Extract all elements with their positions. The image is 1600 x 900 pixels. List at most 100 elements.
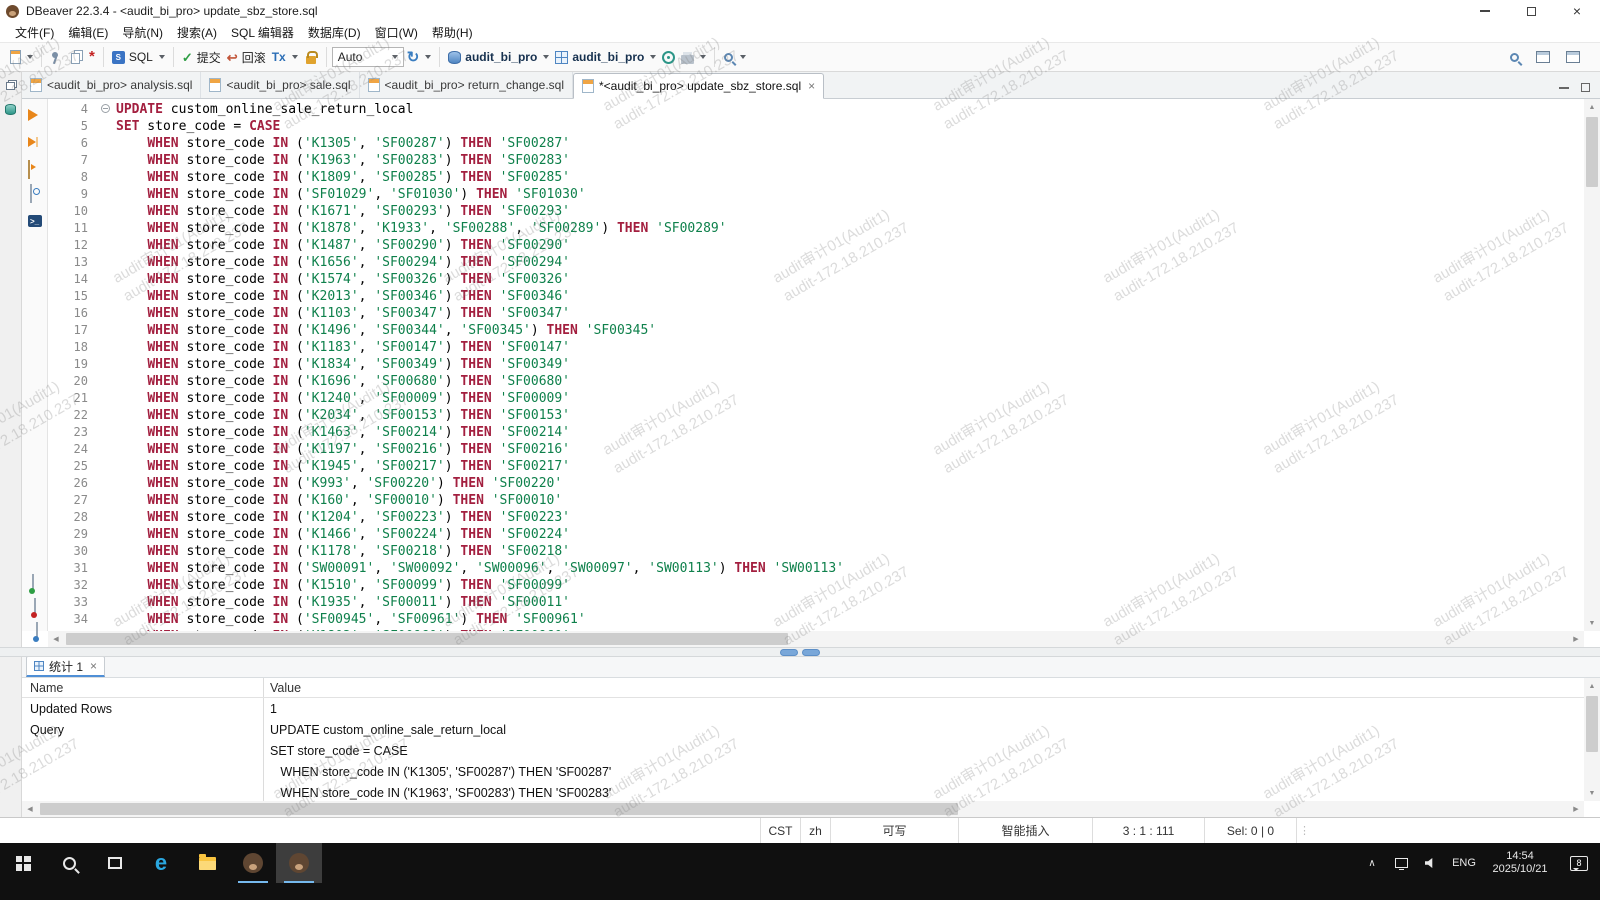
sql-code-editor[interactable]: 4UPDATE custom_online_sale_return_local5…: [48, 99, 1584, 631]
scroll-left-icon[interactable]: ◀: [48, 631, 64, 647]
task-view-button[interactable]: [92, 843, 138, 883]
export-grid-icon[interactable]: [36, 622, 38, 641]
explain-plan-icon[interactable]: [30, 184, 32, 203]
menu-help[interactable]: 帮助(H): [425, 22, 480, 43]
print-button[interactable]: [678, 48, 709, 66]
code-line[interactable]: 20 WHEN store_code IN ('K1696', 'SF00680…: [48, 373, 1584, 390]
close-button[interactable]: ×: [1554, 0, 1600, 22]
code-line[interactable]: 26 WHEN store_code IN ('K993', 'SF00220'…: [48, 475, 1584, 492]
code-line[interactable]: 12 WHEN store_code IN ('K1487', 'SF00290…: [48, 237, 1584, 254]
code-line[interactable]: 31 WHEN store_code IN ('SW00091', 'SW000…: [48, 560, 1584, 577]
code-line[interactable]: 21 WHEN store_code IN ('K1240', 'SF00009…: [48, 390, 1584, 407]
scroll-right-icon[interactable]: ▶: [1568, 631, 1584, 647]
tab-close-icon[interactable]: ×: [808, 79, 815, 93]
tab-return-change-sql[interactable]: <audit_bi_pro> return_change.sql: [360, 72, 573, 98]
schema-select[interactable]: audit_bi_pro: [552, 48, 659, 66]
code-line[interactable]: 25 WHEN store_code IN ('K1945', 'SF00217…: [48, 458, 1584, 475]
pin-button[interactable]: [47, 48, 65, 66]
editor-horizontal-scrollbar[interactable]: ◀ ▶: [48, 631, 1584, 647]
console-icon[interactable]: >_: [28, 215, 42, 227]
table-row[interactable]: Updated Rows 1: [22, 698, 1584, 719]
scroll-right-icon[interactable]: ▶: [1568, 801, 1584, 817]
code-line[interactable]: 16 WHEN store_code IN ('K1103', 'SF00347…: [48, 305, 1584, 322]
fold-collapse-icon[interactable]: [101, 104, 110, 113]
panel-splitter[interactable]: [0, 647, 1600, 657]
copy-button[interactable]: [65, 48, 86, 66]
transaction-mode-button[interactable]: Tx: [269, 48, 301, 66]
code-line[interactable]: 4UPDATE custom_online_sale_return_local: [48, 101, 1584, 118]
tab-analysis-sql[interactable]: <audit_bi_pro> analysis.sql: [22, 72, 201, 98]
start-button[interactable]: [0, 843, 46, 883]
quick-search-button[interactable]: [1506, 50, 1523, 65]
menu-sql-editor[interactable]: SQL 编辑器: [224, 22, 301, 43]
menu-database[interactable]: 数据库(D): [301, 22, 368, 43]
dbeaver-taskbar-button[interactable]: [230, 843, 276, 883]
tab-update-sbz-store-sql[interactable]: *<audit_bi_pro> update_sbz_store.sql×: [573, 73, 824, 99]
volume-icon[interactable]: [1416, 843, 1446, 883]
important-button[interactable]: *: [86, 48, 98, 66]
tab-sale-sql[interactable]: <audit_bi_pro> sale.sql: [201, 72, 359, 98]
menu-file[interactable]: 文件(F): [8, 22, 61, 43]
scrollbar-thumb[interactable]: [66, 633, 788, 645]
status-writable[interactable]: 可写: [830, 818, 958, 843]
column-header-name[interactable]: Name: [22, 678, 264, 697]
export-data-icon[interactable]: [34, 598, 36, 617]
execute-statement-icon[interactable]: [28, 109, 38, 121]
taskbar-search-button[interactable]: [46, 843, 92, 883]
transaction-log-button[interactable]: ↻: [404, 48, 435, 67]
editor-vertical-scrollbar[interactable]: ▲ ▼: [1584, 99, 1600, 631]
commit-mode-select[interactable]: Auto: [332, 47, 404, 67]
status-caret-position[interactable]: 3 : 1 : 111: [1092, 818, 1204, 843]
code-line[interactable]: 30 WHEN store_code IN ('K1178', 'SF00218…: [48, 543, 1584, 560]
code-line[interactable]: 34 WHEN store_code IN ('SF00945', 'SF009…: [48, 611, 1584, 628]
code-line[interactable]: 8 WHEN store_code IN ('K1809', 'SF00285'…: [48, 169, 1584, 186]
code-line[interactable]: 32 WHEN store_code IN ('K1510', 'SF00099…: [48, 577, 1584, 594]
scrollbar-track[interactable]: [38, 801, 1568, 817]
menu-edit[interactable]: 编辑(E): [61, 22, 115, 43]
code-line[interactable]: 18 WHEN store_code IN ('K1183', 'SF00147…: [48, 339, 1584, 356]
code-line[interactable]: 28 WHEN store_code IN ('K1204', 'SF00223…: [48, 509, 1584, 526]
edge-button[interactable]: e: [138, 843, 184, 883]
panel-vertical-scrollbar[interactable]: ▲ ▼: [1584, 678, 1600, 801]
navigate-button[interactable]: [659, 49, 678, 66]
sql-menu-button[interactable]: SSQL: [109, 48, 168, 66]
table-row[interactable]: WHEN store_code IN ('K1963', 'SF00283') …: [22, 782, 1584, 801]
file-explorer-button[interactable]: [184, 843, 230, 883]
dbeaver-taskbar-button-active[interactable]: [276, 843, 322, 883]
scrollbar-track[interactable]: [64, 631, 1568, 647]
code-line[interactable]: 17 WHEN store_code IN ('K1496', 'SF00344…: [48, 322, 1584, 339]
panel-horizontal-scrollbar[interactable]: ◀ ▶: [22, 801, 1584, 817]
minimize-button[interactable]: [1462, 0, 1508, 22]
scrollbar-thumb[interactable]: [1586, 117, 1598, 187]
code-line[interactable]: 23 WHEN store_code IN ('K1463', 'SF00214…: [48, 424, 1584, 441]
column-header-value[interactable]: Value: [264, 678, 1584, 697]
scroll-down-icon[interactable]: ▼: [1584, 785, 1600, 801]
table-row[interactable]: WHEN store_code IN ('K1305', 'SF00287') …: [22, 761, 1584, 782]
clock[interactable]: 14:54 2025/10/21: [1482, 843, 1558, 883]
input-language-button[interactable]: ENG: [1446, 843, 1482, 883]
perspective-button[interactable]: [1563, 49, 1583, 65]
code-line[interactable]: 33 WHEN store_code IN ('K1935', 'SF00011…: [48, 594, 1584, 611]
database-select[interactable]: audit_bi_pro: [445, 48, 552, 66]
scrollbar-thumb[interactable]: [40, 803, 958, 815]
scroll-left-icon[interactable]: ◀: [22, 801, 38, 817]
commit-button[interactable]: ✓提交: [179, 47, 224, 68]
action-center-button[interactable]: 8: [1558, 843, 1600, 883]
code-line[interactable]: 27 WHEN store_code IN ('K160', 'SF00010'…: [48, 492, 1584, 509]
code-line[interactable]: 10 WHEN store_code IN ('K1671', 'SF00293…: [48, 203, 1584, 220]
search-button[interactable]: [720, 50, 749, 65]
code-line[interactable]: 15 WHEN store_code IN ('K2013', 'SF00346…: [48, 288, 1584, 305]
display-icon[interactable]: [1386, 843, 1416, 883]
tray-chevron-up-icon[interactable]: ∧: [1358, 843, 1386, 883]
code-line[interactable]: 29 WHEN store_code IN ('K1466', 'SF00224…: [48, 526, 1584, 543]
code-line[interactable]: 22 WHEN store_code IN ('K2034', 'SF00153…: [48, 407, 1584, 424]
code-line[interactable]: 19 WHEN store_code IN ('K1834', 'SF00349…: [48, 356, 1584, 373]
tab-statistics[interactable]: 统计 1 ×: [26, 656, 105, 677]
code-line[interactable]: 6 WHEN store_code IN ('K1305', 'SF00287'…: [48, 135, 1584, 152]
sash-minimize-handle[interactable]: [780, 649, 798, 656]
code-line[interactable]: 7 WHEN store_code IN ('K1963', 'SF00283'…: [48, 152, 1584, 169]
sash-maximize-handle[interactable]: [802, 649, 820, 656]
code-line[interactable]: 9 WHEN store_code IN ('SF01029', 'SF0103…: [48, 186, 1584, 203]
scroll-up-icon[interactable]: ▲: [1584, 99, 1600, 115]
maximize-view-icon[interactable]: [1581, 83, 1590, 92]
